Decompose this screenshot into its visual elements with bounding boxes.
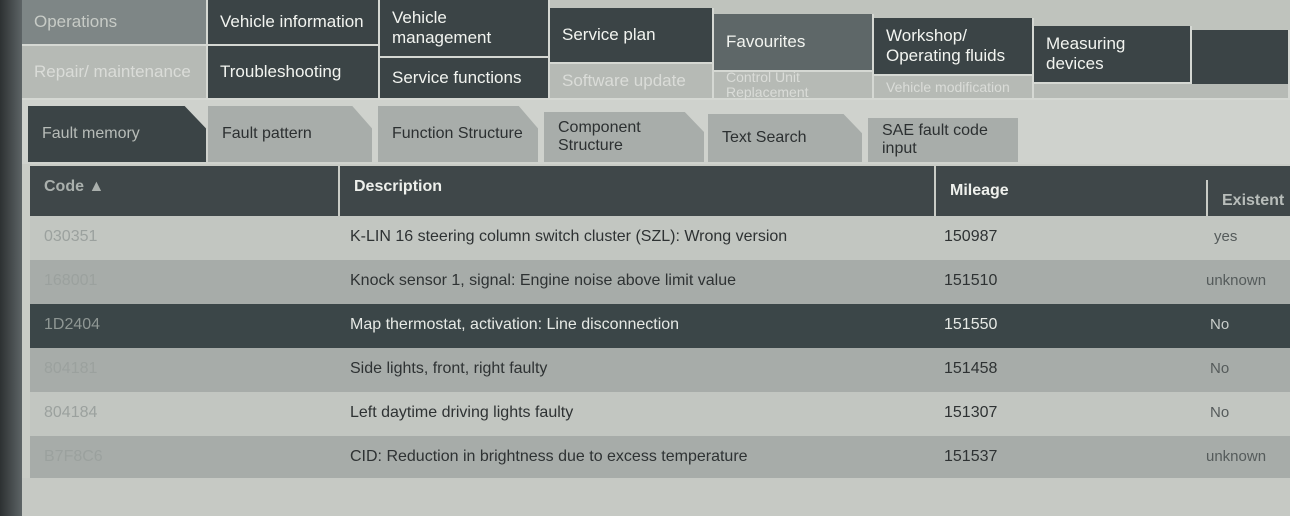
fault-description: CID: Reduction in brightness due to exce… [350, 448, 748, 465]
table-row[interactable]: 804181 Side lights, front, right faulty … [30, 348, 1290, 392]
fault-subtabs: Fault memory Fault pattern Function Stru… [22, 100, 1290, 164]
table-row[interactable]: 030351 K-LIN 16 steering column switch c… [30, 216, 1290, 260]
table-row[interactable]: B7F8C6 CID: Reduction in brightness due … [30, 436, 1290, 480]
screen-bezel [0, 0, 22, 516]
fault-mileage: 151550 [944, 316, 998, 333]
nav-empty-cell-2 [1034, 84, 1290, 100]
fault-existent: No [1210, 404, 1230, 421]
nav-workshop-operating-fluids[interactable]: Workshop/ Operating fluids [874, 18, 1034, 76]
nav-operations[interactable]: Operations [22, 0, 208, 46]
table-row[interactable]: 168001 Knock sensor 1, signal: Engine no… [30, 260, 1290, 304]
nav-service-functions[interactable]: Service functions [380, 58, 550, 100]
main-navigation: Operations Vehicle information Vehicle m… [22, 0, 1290, 100]
tab-sae-fault-code-input[interactable]: SAE fault code input [868, 118, 1018, 162]
fault-existent: No [1210, 360, 1230, 377]
tab-fault-pattern[interactable]: Fault pattern [208, 106, 372, 162]
nav-measuring-devices[interactable]: Measuring devices [1034, 26, 1192, 84]
nav-empty-cell [1192, 30, 1290, 88]
table-row-selected[interactable]: 1D2404 Map thermostat, activation: Line … [30, 304, 1290, 348]
nav-troubleshooting[interactable]: Troubleshooting [208, 46, 380, 100]
column-header-mileage[interactable]: Mileage [936, 180, 1208, 216]
fault-code: B7F8C6 [44, 448, 103, 465]
fault-description: Left daytime driving lights faulty [350, 404, 574, 421]
fault-code: 804184 [44, 404, 98, 421]
fault-description: Map thermostat, activation: Line disconn… [350, 316, 680, 333]
column-header-description[interactable]: Description [340, 166, 936, 216]
fault-mileage: 151510 [944, 272, 998, 289]
fault-existent: unknown [1206, 448, 1267, 465]
tab-component-structure[interactable]: Component Structure [544, 112, 704, 162]
fault-mileage: 150987 [944, 228, 998, 245]
fault-code: 1D2404 [44, 316, 101, 333]
fault-memory-table: Code ▲ Description Mileage Existent 0303… [30, 166, 1290, 480]
fault-code: 030351 [44, 228, 98, 245]
column-header-existent[interactable]: Existent [1208, 190, 1290, 216]
column-header-code[interactable]: Code ▲ [30, 166, 340, 216]
fault-existent: unknown [1206, 272, 1267, 289]
table-header: Code ▲ Description Mileage Existent [30, 166, 1290, 216]
fault-existent: yes [1214, 228, 1238, 245]
tab-function-structure[interactable]: Function Structure [378, 106, 538, 162]
fault-mileage: 151458 [944, 360, 998, 377]
tab-fault-memory[interactable]: Fault memory [28, 106, 206, 162]
fault-mileage: 151307 [944, 404, 998, 421]
fault-code: 804181 [44, 360, 98, 377]
nav-vehicle-information[interactable]: Vehicle information [208, 0, 380, 46]
nav-favourites[interactable]: Favourites [714, 14, 874, 72]
fault-code: 168001 [44, 272, 98, 289]
fault-existent: No [1210, 316, 1230, 333]
nav-vehicle-modification[interactable]: Vehicle modification [874, 76, 1034, 100]
fault-description: Knock sensor 1, signal: Engine noise abo… [350, 272, 736, 289]
nav-service-plan[interactable]: Service plan [550, 8, 714, 64]
nav-vehicle-management[interactable]: Vehicle management [380, 0, 550, 58]
fault-description: K-LIN 16 steering column switch cluster … [350, 228, 788, 245]
empty-area [22, 478, 1290, 516]
nav-repair-maintenance[interactable]: Repair/ maintenance [22, 46, 208, 100]
fault-mileage: 151537 [944, 448, 998, 465]
fault-description: Side lights, front, right faulty [350, 360, 548, 377]
table-row[interactable]: 804184 Left daytime driving lights fault… [30, 392, 1290, 436]
nav-control-unit-replacement[interactable]: Control Unit Replacement [714, 70, 874, 100]
tab-text-search[interactable]: Text Search [708, 114, 862, 162]
nav-software-update[interactable]: Software update [550, 64, 714, 100]
